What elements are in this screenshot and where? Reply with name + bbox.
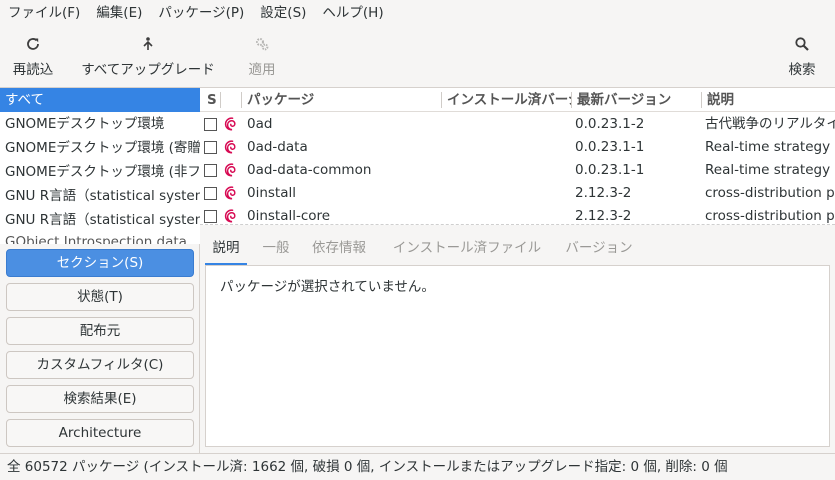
package-description: 古代戦争のリアルタイムストラテジーゲーム bbox=[705, 116, 835, 132]
package-name: 0ad-data-common bbox=[247, 162, 372, 178]
column-header-installed-version[interactable]: インストール済バージョン bbox=[447, 88, 571, 112]
details-content: パッケージが選択されていません。 bbox=[205, 265, 830, 447]
toolbar: 再読込 すべてアップグレード 適用 検索 bbox=[0, 26, 835, 88]
column-separator[interactable] bbox=[241, 92, 242, 108]
package-description: Real-time strategy game of ancient warfa… bbox=[705, 162, 835, 178]
left-pane: すべて GNOMEデスクトップ環境 GNOMEデスクトップ環境 (寄贈) GNO… bbox=[0, 88, 200, 453]
filter-item-partial[interactable]: GObject Introspection data bbox=[0, 232, 200, 244]
status-button[interactable]: 状態(T) bbox=[6, 283, 194, 311]
search-icon bbox=[792, 34, 812, 54]
latest-version: 2.12.3-2 bbox=[575, 185, 632, 201]
installed-version bbox=[447, 113, 571, 136]
reload-button[interactable]: 再読込 bbox=[10, 34, 56, 82]
debian-swirl-icon bbox=[223, 116, 239, 132]
no-package-selected-message: パッケージが選択されていません。 bbox=[220, 279, 435, 295]
custom-filter-button[interactable]: カスタムフィルタ(C) bbox=[6, 351, 194, 379]
filter-item[interactable]: GNU R言語（statistical system） bbox=[0, 208, 200, 232]
sections-button[interactable]: セクション(S) bbox=[6, 249, 194, 277]
package-name: 0install bbox=[247, 185, 296, 201]
column-separator[interactable] bbox=[220, 92, 221, 108]
search-button[interactable]: 検索 bbox=[784, 34, 820, 82]
menu-settings[interactable]: 設定(S) bbox=[252, 0, 314, 26]
details-pane: 説明 一般 依存情報 インストール済ファイル バージョン パッケージが選択されて… bbox=[200, 233, 835, 453]
package-description: cross-distribution packaging system bbox=[705, 208, 835, 224]
table-row[interactable]: 0ad-data 0.0.23.1-1 Real-time strategy gam… bbox=[200, 136, 835, 159]
menu-file[interactable]: ファイル(F) bbox=[0, 0, 88, 26]
filter-item[interactable]: GNOMEデスクトップ環境 (寄贈) bbox=[0, 136, 200, 160]
upgrade-all-button[interactable]: すべてアップグレード bbox=[77, 34, 219, 82]
filter-list: すべて GNOMEデスクトップ環境 GNOMEデスクトップ環境 (寄贈) GNO… bbox=[0, 88, 200, 244]
menu-package[interactable]: パッケージ(P) bbox=[150, 0, 252, 26]
upgrade-all-label: すべてアップグレード bbox=[81, 62, 215, 78]
table-row[interactable]: 0install 2.12.3-2 cross-distribution packa… bbox=[200, 182, 835, 205]
reload-icon bbox=[23, 34, 43, 54]
apply-label: 適用 bbox=[248, 62, 276, 78]
table-row[interactable]: 0ad 0.0.23.1-2 古代戦争のリアルタイムストラテジーゲーム bbox=[200, 113, 835, 136]
latest-version: 0.0.23.1-2 bbox=[575, 116, 645, 132]
tab-installed-files[interactable]: インストール済ファイル bbox=[385, 233, 549, 265]
table-row[interactable]: 0install-core 2.12.3-2 cross-distribution … bbox=[200, 205, 835, 224]
installed-version bbox=[447, 136, 571, 159]
apply-gears-icon bbox=[252, 34, 272, 54]
reload-label: 再読込 bbox=[12, 62, 54, 78]
filter-item-all[interactable]: すべて bbox=[0, 88, 200, 112]
filter-item[interactable]: GNOMEデスクトップ環境 bbox=[0, 112, 200, 136]
search-results-button[interactable]: 検索結果(E) bbox=[6, 385, 194, 413]
column-separator[interactable] bbox=[571, 92, 572, 108]
installed-version bbox=[447, 159, 571, 182]
mark-checkbox[interactable] bbox=[204, 141, 217, 154]
search-label: 検索 bbox=[788, 62, 816, 78]
package-table: S パッケージ インストール済バージョン 最新バージョン 説明 0ad 0.0.2… bbox=[200, 88, 835, 225]
mark-checkbox[interactable] bbox=[204, 187, 217, 200]
package-description: cross-distribution packaging system bbox=[705, 185, 835, 201]
architecture-button[interactable]: Architecture bbox=[6, 419, 194, 447]
debian-swirl-icon bbox=[223, 139, 239, 155]
menu-bar: ファイル(F) 編集(E) パッケージ(P) 設定(S) ヘルプ(H) bbox=[0, 0, 835, 26]
package-name: 0ad bbox=[247, 116, 273, 132]
status-bar: 全 60572 パッケージ (インストール済: 1662 個, 破損 0 個, … bbox=[0, 453, 835, 480]
package-description: Real-time strategy game of ancient warfa… bbox=[705, 139, 835, 155]
package-name: 0install-core bbox=[247, 208, 331, 224]
menu-edit[interactable]: 編集(E) bbox=[88, 0, 150, 26]
tab-description[interactable]: 説明 bbox=[205, 233, 247, 265]
filter-item[interactable]: GNOMEデスクトップ環境 (非フリー) bbox=[0, 160, 200, 184]
tab-general[interactable]: 一般 bbox=[256, 233, 296, 265]
apply-button[interactable]: 適用 bbox=[242, 34, 282, 82]
table-row[interactable]: 0ad-data-common 0.0.23.1-1 Real-time strat… bbox=[200, 159, 835, 182]
column-separator[interactable] bbox=[441, 92, 442, 108]
column-header-package[interactable]: パッケージ bbox=[247, 88, 437, 112]
table-header: S パッケージ インストール済バージョン 最新バージョン 説明 bbox=[200, 88, 835, 112]
mark-checkbox[interactable] bbox=[204, 164, 217, 177]
tab-dependencies[interactable]: 依存情報 bbox=[306, 233, 372, 265]
debian-swirl-icon bbox=[223, 208, 239, 224]
latest-version: 0.0.23.1-1 bbox=[575, 162, 645, 178]
menu-help[interactable]: ヘルプ(H) bbox=[314, 0, 391, 26]
column-header-description[interactable]: 説明 bbox=[707, 88, 835, 112]
mark-checkbox[interactable] bbox=[204, 118, 217, 131]
debian-swirl-icon bbox=[223, 162, 239, 178]
upgrade-icon bbox=[138, 34, 158, 54]
mark-checkbox[interactable] bbox=[204, 210, 217, 223]
column-header-status[interactable]: S bbox=[207, 88, 219, 112]
installed-version bbox=[447, 182, 571, 205]
right-pane: S パッケージ インストール済バージョン 最新バージョン 説明 0ad 0.0.2… bbox=[200, 88, 835, 453]
column-separator[interactable] bbox=[701, 92, 702, 108]
package-name: 0ad-data bbox=[247, 139, 308, 155]
filter-item[interactable]: GNU R言語（statistical system） bbox=[0, 184, 200, 208]
latest-version: 0.0.23.1-1 bbox=[575, 139, 645, 155]
tab-versions[interactable]: バージョン bbox=[561, 233, 637, 265]
column-header-latest-version[interactable]: 最新バージョン bbox=[577, 88, 697, 112]
latest-version: 2.12.3-2 bbox=[575, 208, 632, 224]
installed-version bbox=[447, 205, 571, 224]
origin-button[interactable]: 配布元 bbox=[6, 317, 194, 345]
details-tabs: 説明 一般 依存情報 インストール済ファイル バージョン bbox=[205, 233, 830, 265]
debian-swirl-icon bbox=[223, 185, 239, 201]
